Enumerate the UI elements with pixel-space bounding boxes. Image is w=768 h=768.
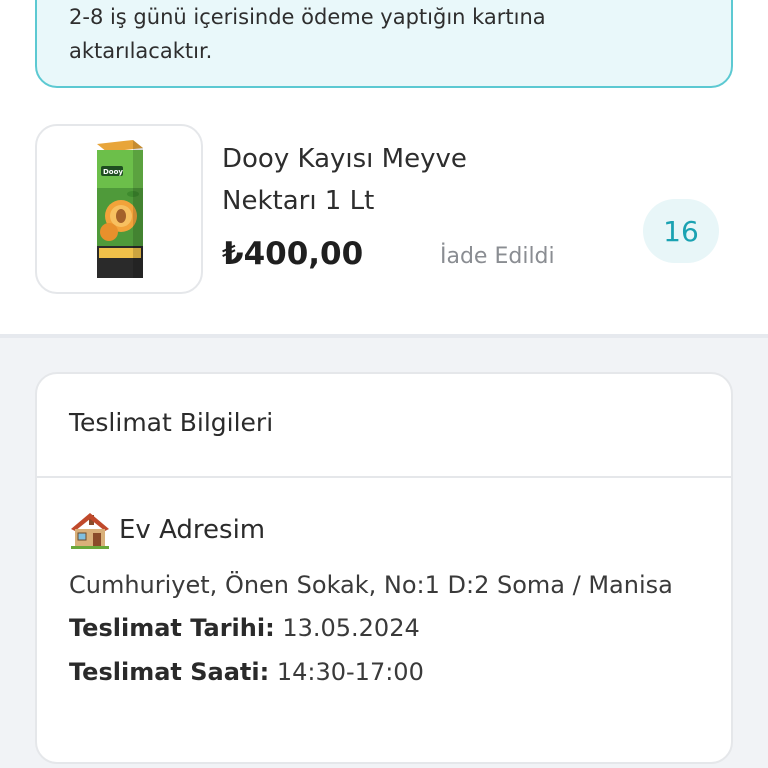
- house-icon: [71, 513, 109, 549]
- refund-info-banner: 2-8 iş günü içerisinde ödeme yaptığın ka…: [35, 0, 733, 88]
- delivery-info-card: Teslimat Bilgileri Ev Adresim Cumhuriyet…: [35, 372, 733, 764]
- refund-info-line-1: 2-8 iş günü içerisinde ödeme yaptığın ka…: [69, 5, 546, 29]
- delivery-time-row: Teslimat Saati: 14:30-17:00: [69, 650, 731, 694]
- address-name: Ev Adresim: [119, 515, 266, 545]
- address-title-row: Ev Adresim: [69, 508, 731, 552]
- delivery-date-value: 13.05.2024: [282, 614, 420, 642]
- delivery-time-value: 14:30-17:00: [276, 658, 424, 686]
- quantity-badge: 16: [643, 199, 719, 263]
- section-divider: [0, 334, 768, 338]
- juice-carton-icon: Dooy: [97, 140, 143, 278]
- delivery-date-label: Teslimat Tarihi:: [69, 614, 275, 642]
- svg-text:Dooy: Dooy: [103, 168, 123, 176]
- refund-status: İade Edildi: [440, 244, 555, 269]
- delivery-info-title: Teslimat Bilgileri: [37, 374, 731, 478]
- refund-info-line-2: aktarılacaktır.: [69, 39, 213, 63]
- product-name: Dooy Kayısı Meyve Nektarı 1 Lt: [222, 144, 467, 216]
- delivery-info-body: Ev Adresim Cumhuriyet, Önen Sokak, No:1 …: [37, 478, 731, 694]
- delivery-date-row: Teslimat Tarihi: 13.05.2024: [69, 606, 731, 650]
- product-price: ₺400,00: [222, 236, 364, 272]
- address-text: Cumhuriyet, Önen Sokak, No:1 D:2 Soma / …: [69, 571, 673, 599]
- delivery-time-label: Teslimat Saati:: [69, 658, 270, 686]
- product-image[interactable]: Dooy: [35, 124, 203, 294]
